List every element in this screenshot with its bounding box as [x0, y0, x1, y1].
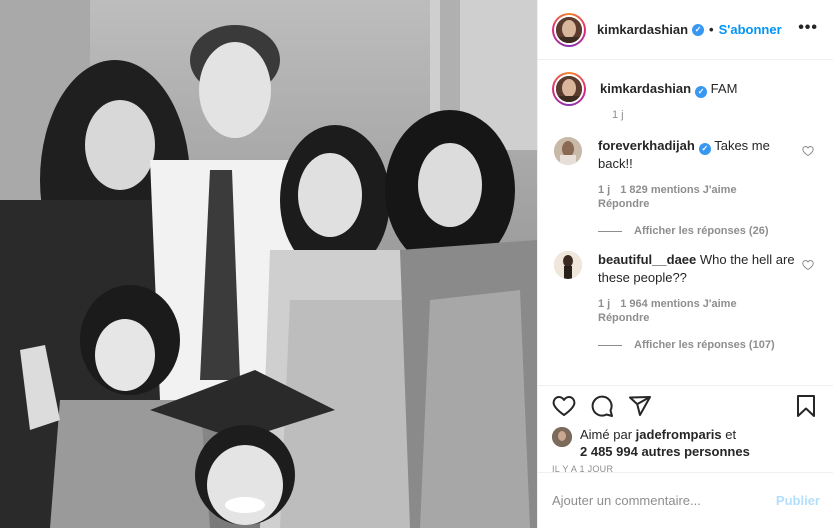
author-avatar[interactable] [552, 12, 586, 47]
comment-item: foreverkhadijah ✓ Takes me back!! 1 j1 82… [552, 137, 820, 211]
liker-avatar[interactable] [552, 427, 572, 447]
replies-divider-line [598, 230, 622, 232]
liked-by-prefix: Aimé par [580, 427, 633, 442]
caption-author-avatar[interactable] [552, 72, 586, 106]
replies-divider-line [598, 344, 622, 346]
verified-badge-icon: ✓ [695, 86, 708, 98]
commenter-avatar[interactable] [554, 251, 582, 279]
share-icon[interactable] [628, 394, 652, 418]
separator-dot: • [709, 22, 714, 37]
caption-text: FAM [710, 81, 738, 96]
comment-item: beautiful__daee Who the hell are these p… [552, 251, 820, 325]
family-photo-image [0, 0, 537, 528]
view-replies-button[interactable]: Afficher les réponses (26) [598, 225, 820, 237]
post-side-panel: kimkardashian ✓ • S'abonner ••• kimkarda… [537, 0, 833, 528]
view-replies-label: Afficher les réponses (107) [634, 339, 775, 351]
comment-meta: 1 j 1 964 mentions J'aime Répondre [598, 297, 798, 325]
comments-section: kimkardashian ✓ FAM 1 j foreverkhadijah ✓ … [538, 60, 833, 385]
more-options-icon[interactable]: ••• [798, 20, 818, 36]
reply-button[interactable]: Répondre [598, 311, 788, 325]
likes-text: Aimé par jadefromparis et 2 485 994 autr… [580, 426, 750, 460]
reply-button[interactable]: Répondre [598, 197, 788, 211]
comment-like-heart-icon[interactable] [802, 145, 814, 157]
caption-time: 1 j [612, 109, 624, 121]
comment-input[interactable] [552, 493, 776, 508]
comment-time: 1 j [598, 184, 611, 196]
comment-like-heart-icon[interactable] [802, 259, 814, 271]
caption-text-block: kimkardashian ✓ FAM [600, 80, 737, 98]
comment-icon[interactable] [590, 394, 614, 418]
post-header: kimkardashian ✓ • S'abonner ••• [538, 0, 833, 60]
liked-by-conj: et [725, 427, 737, 442]
verified-badge-icon: ✓ [698, 143, 711, 155]
author-username[interactable]: kimkardashian [597, 22, 688, 37]
publish-button[interactable]: Publier [776, 493, 820, 508]
heart-icon[interactable] [552, 394, 576, 418]
follow-button[interactable]: S'abonner [719, 22, 782, 37]
post-caption: kimkardashian ✓ FAM [552, 72, 820, 106]
comment-likes[interactable]: 1 964 mentions J'aime [620, 298, 736, 310]
comment-time: 1 j [598, 298, 611, 310]
comment-username[interactable]: foreverkhadijah [598, 138, 695, 153]
likes-summary: Aimé par jadefromparis et 2 485 994 autr… [552, 426, 750, 460]
comment-username[interactable]: beautiful__daee [598, 252, 696, 267]
commenter-avatar[interactable] [554, 137, 582, 165]
verified-badge-icon: ✓ [692, 23, 705, 36]
comment-meta: 1 j 1 829 mentions J'aime Répondre [598, 183, 798, 211]
comment-likes[interactable]: 1 829 mentions J'aime [620, 184, 736, 196]
bookmark-icon[interactable] [794, 394, 818, 418]
liked-by-user[interactable]: jadefromparis [636, 427, 722, 442]
liked-by-others[interactable]: 2 485 994 autres personnes [580, 444, 750, 459]
post-photo[interactable] [0, 0, 537, 528]
view-replies-button[interactable]: Afficher les réponses (107) [598, 339, 820, 351]
caption-username[interactable]: kimkardashian [600, 81, 691, 96]
view-replies-label: Afficher les réponses (26) [634, 225, 769, 237]
add-comment-bar: Publier [538, 472, 833, 528]
